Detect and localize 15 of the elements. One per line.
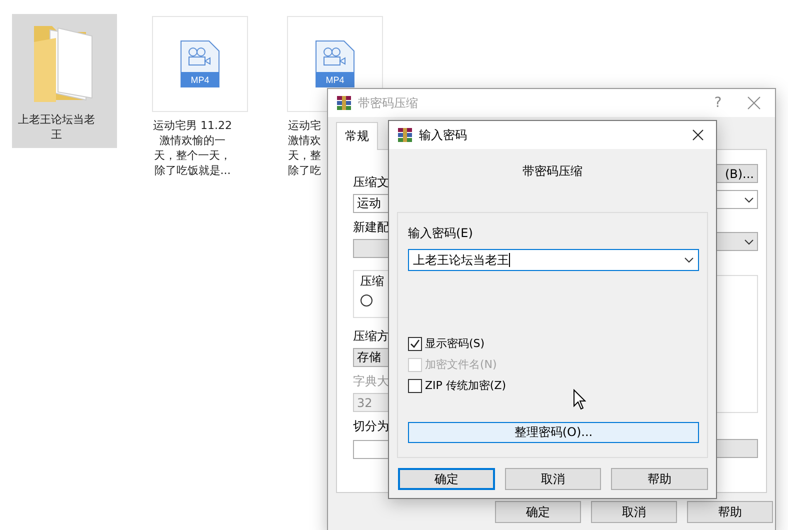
file-name: 运动宅 激情欢 天，整 除了吃: [288, 118, 321, 178]
window-title: 输入密码: [419, 126, 468, 144]
file-name: 上老王论坛当老 王: [18, 112, 95, 142]
file-type-label: MP4: [190, 75, 209, 85]
group-label: 压缩: [360, 273, 385, 290]
field-label: 压缩方: [353, 328, 390, 344]
field-label: 切分为: [353, 418, 390, 434]
field-label: 压缩文: [353, 174, 390, 190]
file-type-label: MP4: [325, 75, 344, 85]
field-label: 字典大: [353, 373, 390, 389]
field-label: 输入密码(E): [408, 225, 474, 241]
file-name: 运动宅男 11.22 激情欢愉的一 天，整个一天， 除了吃饭就是...: [153, 118, 232, 178]
dialog-heading: 带密码压缩: [522, 163, 584, 180]
window-title: 带密码压缩: [358, 94, 419, 112]
field-label: 新建配: [353, 219, 390, 235]
